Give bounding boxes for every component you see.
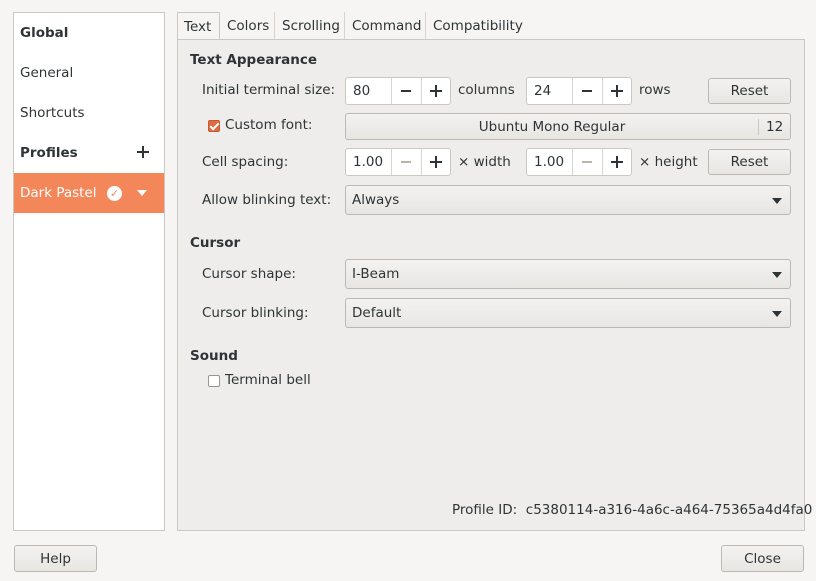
- height-label: × height: [639, 154, 698, 170]
- tab-compatibility[interactable]: Compatibility: [427, 12, 527, 40]
- dropdown-arrow-icon: [772, 272, 782, 278]
- cursor-shape-value: I-Beam: [352, 266, 400, 282]
- sidebar-item-profile-dark-pastel[interactable]: Dark Pastel ✓: [14, 173, 164, 213]
- reset-size-button[interactable]: Reset: [708, 78, 791, 104]
- profile-id: Profile ID: c5380114-a316-4a6c-a464-7536…: [452, 502, 813, 518]
- default-profile-check-icon: ✓: [107, 186, 122, 201]
- help-button[interactable]: Help: [14, 545, 97, 572]
- minus-icon: [582, 90, 593, 92]
- dropdown-arrow-icon: [772, 311, 782, 317]
- height-increment-button[interactable]: [601, 149, 632, 175]
- profile-menu-arrow-icon[interactable]: [137, 190, 147, 196]
- height-decrement-button[interactable]: [572, 149, 602, 175]
- width-spacing-spinbutton[interactable]: 1.00: [345, 148, 451, 176]
- tab-colors[interactable]: Colors: [221, 12, 275, 40]
- columns-value[interactable]: 80: [346, 78, 391, 104]
- cursor-blinking-dropdown[interactable]: Default: [345, 298, 791, 328]
- profiles-label: Profiles: [20, 145, 78, 161]
- plus-icon: [429, 85, 442, 97]
- reset-spacing-button[interactable]: Reset: [708, 149, 791, 175]
- section-sound: Sound: [190, 348, 238, 364]
- font-size: 12: [766, 119, 784, 135]
- section-text-appearance: Text Appearance: [190, 52, 318, 68]
- blinking-text-label: Allow blinking text:: [202, 192, 332, 208]
- cell-spacing-label: Cell spacing:: [202, 154, 289, 170]
- height-spacing-value[interactable]: 1.00: [527, 149, 572, 175]
- plus-icon: [610, 85, 623, 97]
- rows-label: rows: [639, 82, 671, 98]
- minus-icon: [401, 90, 412, 92]
- minus-icon: [582, 161, 593, 163]
- initial-size-label: Initial terminal size:: [202, 82, 336, 98]
- rows-value[interactable]: 24: [527, 78, 572, 104]
- width-decrement-button[interactable]: [391, 149, 421, 175]
- plus-icon: [610, 156, 623, 168]
- columns-label: columns: [458, 82, 515, 98]
- sidebar-header-global: Global: [20, 25, 69, 41]
- columns-spinbutton[interactable]: 80: [345, 77, 451, 105]
- preferences-window: Global General Shortcuts Profiles Dark P…: [0, 0, 816, 581]
- rows-increment-button[interactable]: [601, 78, 632, 104]
- close-button[interactable]: Close: [721, 545, 804, 572]
- blinking-text-dropdown[interactable]: Always: [345, 185, 791, 215]
- font-separator: [758, 119, 759, 135]
- profile-name: Dark Pastel: [20, 185, 97, 201]
- width-increment-button[interactable]: [420, 149, 451, 175]
- custom-font-label[interactable]: Custom font:: [225, 117, 312, 133]
- terminal-bell-label[interactable]: Terminal bell: [225, 372, 311, 388]
- rows-decrement-button[interactable]: [572, 78, 602, 104]
- cursor-shape-label: Cursor shape:: [202, 266, 296, 282]
- font-chooser-button[interactable]: Ubuntu Mono Regular 12: [345, 113, 791, 140]
- minus-icon: [401, 161, 412, 163]
- plus-icon[interactable]: [136, 145, 150, 159]
- tab-scrolling[interactable]: Scrolling: [276, 12, 345, 40]
- sidebar-item-shortcuts[interactable]: Shortcuts: [14, 93, 164, 133]
- font-name: Ubuntu Mono Regular: [478, 119, 626, 135]
- tab-text[interactable]: Text: [177, 12, 220, 41]
- tab-command[interactable]: Command: [346, 12, 426, 40]
- blinking-text-value: Always: [352, 192, 400, 208]
- sidebar-header-profiles: Profiles: [14, 133, 164, 173]
- columns-decrement-button[interactable]: [391, 78, 421, 104]
- cursor-blinking-value: Default: [352, 305, 402, 321]
- sidebar-item-general[interactable]: General: [14, 53, 164, 93]
- plus-icon: [429, 156, 442, 168]
- custom-font-checkbox[interactable]: [208, 120, 220, 132]
- sidebar: Global General Shortcuts Profiles Dark P…: [13, 12, 165, 531]
- cursor-shape-dropdown[interactable]: I-Beam: [345, 259, 791, 289]
- terminal-bell-checkbox[interactable]: [208, 375, 220, 387]
- columns-increment-button[interactable]: [420, 78, 451, 104]
- cursor-blinking-label: Cursor blinking:: [202, 305, 309, 321]
- width-spacing-value[interactable]: 1.00: [346, 149, 391, 175]
- section-cursor: Cursor: [190, 235, 241, 251]
- height-spacing-spinbutton[interactable]: 1.00: [526, 148, 632, 176]
- dropdown-arrow-icon: [772, 198, 782, 204]
- rows-spinbutton[interactable]: 24: [526, 77, 632, 105]
- width-label: × width: [458, 154, 511, 170]
